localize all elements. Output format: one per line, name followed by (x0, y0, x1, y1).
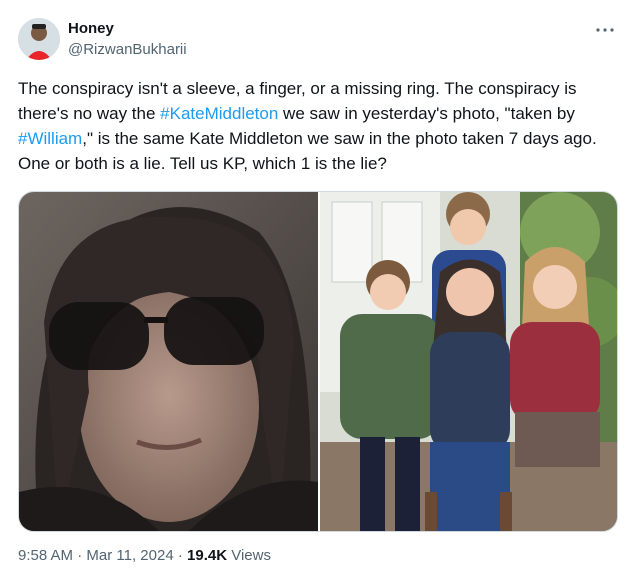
tweet-card: Honey @RizwanBukharii The conspiracy isn… (0, 0, 640, 571)
author-handle[interactable]: @RizwanBukharii (68, 41, 187, 59)
tweet-text-part: we saw in yesterday's photo, "taken by (278, 104, 575, 123)
tweet-meta: 9:58 AM · Mar 11, 2024 · 19.4K Views (18, 547, 271, 565)
more-options-button[interactable] (590, 18, 620, 42)
tweet-text: The conspiracy isn't a sleeve, a finger,… (18, 76, 618, 176)
tweet-media[interactable] (18, 191, 618, 532)
media-photo-left[interactable] (19, 192, 318, 531)
avatar[interactable] (18, 18, 60, 60)
meta-separator: · (73, 547, 87, 564)
views-count: 19.4K (187, 547, 228, 564)
author-display-name[interactable]: Honey (68, 20, 114, 38)
tweet-date[interactable]: Mar 11, 2024 (86, 547, 173, 564)
tweet-text-part: ," is the same Kate Middleton we saw in … (18, 129, 597, 173)
tweet-time[interactable]: 9:58 AM (18, 547, 73, 564)
views-label: Views (227, 547, 271, 564)
meta-separator: · (173, 547, 188, 564)
more-horizontal-icon (596, 28, 614, 32)
hashtag-william[interactable]: #William (18, 129, 82, 148)
avatar-image (18, 18, 60, 60)
media-photo-right[interactable] (320, 192, 617, 531)
hashtag-kate-middleton[interactable]: #KateMiddleton (160, 104, 278, 123)
